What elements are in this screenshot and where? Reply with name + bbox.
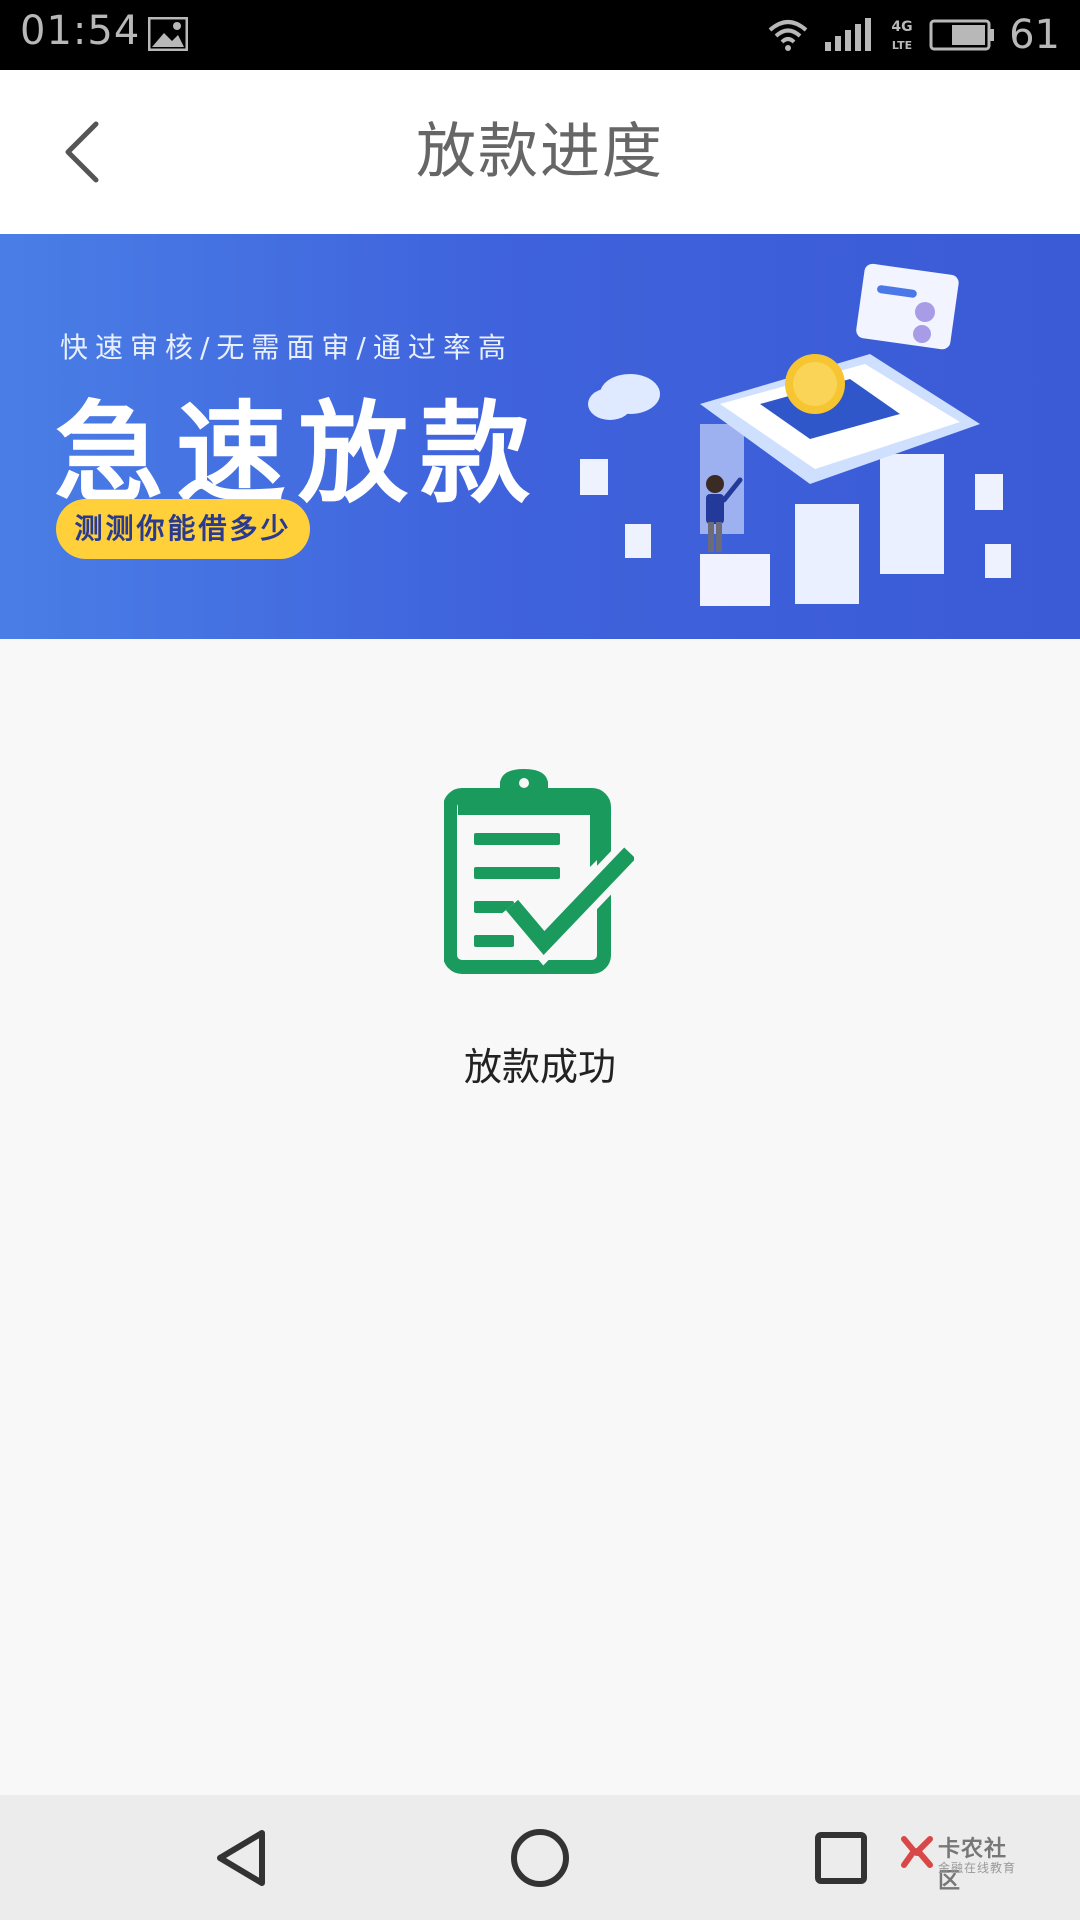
svg-text:LTE: LTE <box>892 39 912 52</box>
back-nav-icon[interactable] <box>210 1825 276 1891</box>
lte-icon: 4G LTE <box>891 19 912 52</box>
kanong-logo-icon <box>901 1836 933 1868</box>
loan-status-text: 放款成功 <box>463 1045 616 1089</box>
back-button[interactable] <box>50 110 130 194</box>
system-navigation-bar: 卡农社区 金融在线教育 <box>0 1795 1080 1920</box>
wifi-icon <box>768 20 808 51</box>
status-bar: 01:54 4G LTE 61 <box>0 0 1080 70</box>
recents-nav-icon[interactable] <box>810 1825 872 1891</box>
battery-icon <box>929 19 995 51</box>
image-notification-icon <box>148 17 188 51</box>
signal-icon <box>825 18 872 51</box>
watermark: 卡农社区 金融在线教育 <box>900 1831 1020 1894</box>
svg-text:4G: 4G <box>891 19 912 35</box>
header: 放款进度 <box>0 70 1080 234</box>
banner-cta-button[interactable]: 测测你能借多少 <box>56 499 310 559</box>
status-time: 01:54 <box>20 8 141 54</box>
watermark-sub-text: 金融在线教育 <box>938 1861 1017 1875</box>
home-nav-icon[interactable] <box>506 1825 574 1891</box>
chevron-left-icon <box>65 121 99 183</box>
clipboard-check-icon <box>444 769 634 974</box>
loan-illustration <box>580 263 1011 606</box>
promo-banner[interactable]: 快速审核/无需面审/通过率高 急速放款 测测你能借多少 <box>0 234 1080 639</box>
banner-subtitle: 快速审核/无需面审/通过率高 <box>60 331 513 364</box>
battery-percentage: 61 <box>1009 12 1060 58</box>
status-indicators: 4G LTE 61 <box>767 0 1060 70</box>
page-title: 放款进度 <box>416 117 664 187</box>
